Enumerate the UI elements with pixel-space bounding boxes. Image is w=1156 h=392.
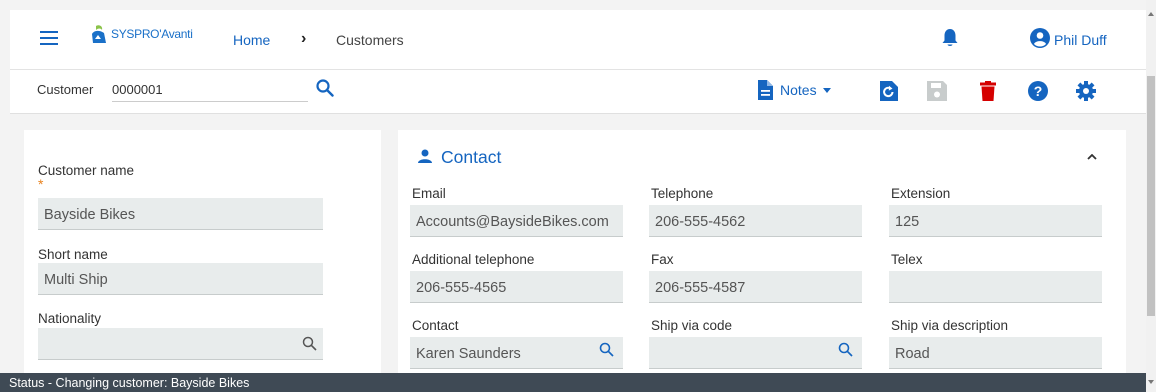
user-name[interactable]: Phil Duff (1054, 32, 1107, 48)
scroll-thumb[interactable] (1147, 76, 1155, 316)
notes-dropdown[interactable]: Notes (757, 80, 831, 100)
notes-label: Notes (780, 82, 817, 98)
extension-label: Extension (891, 186, 951, 201)
delete-icon[interactable] (978, 81, 998, 101)
bell-icon[interactable] (941, 28, 959, 48)
contact-section-title: Contact (441, 147, 502, 167)
logo-suffix: Avanti (161, 27, 193, 41)
help-icon[interactable]: ? (1028, 81, 1048, 101)
account-circle-icon[interactable] (1030, 28, 1050, 48)
breadcrumb-separator-icon: › (301, 30, 307, 47)
record-toolbar: Customer Notes ? (10, 70, 1146, 114)
save-icon[interactable] (927, 81, 947, 101)
ship-via-description-label: Ship via description (891, 318, 1009, 333)
notes-file-icon (758, 80, 773, 100)
svg-text:?: ? (1034, 83, 1043, 99)
contact-field[interactable]: Karen Saunders (410, 337, 623, 369)
email-label: Email (412, 186, 446, 201)
customer-label: Customer (37, 82, 94, 97)
search-icon[interactable] (316, 79, 334, 97)
ship-via-search-icon[interactable] (838, 342, 853, 357)
short-name-field[interactable]: Multi Ship (38, 263, 323, 295)
scroll-down-icon[interactable] (1148, 380, 1154, 384)
customer-name-label: Customer name (38, 163, 135, 178)
short-name-label: Short name (38, 247, 108, 262)
hamburger-icon[interactable] (40, 31, 58, 45)
app-header: SYSPRO'Avanti Home › Customers Phil Duff (10, 10, 1146, 70)
customer-input[interactable] (112, 78, 308, 102)
nationality-search-icon[interactable] (302, 336, 317, 351)
person-icon (418, 149, 432, 163)
scroll-up-icon[interactable] (1148, 12, 1154, 16)
telephone-field[interactable]: 206-555-4562 (649, 205, 862, 237)
telex-field[interactable] (889, 271, 1102, 303)
additional-telephone-label: Additional telephone (412, 252, 535, 267)
customer-summary-panel: Customer name * Bayside Bikes Short name… (24, 130, 381, 375)
refresh-icon[interactable] (878, 81, 898, 101)
nationality-label: Nationality (38, 311, 102, 326)
ship-via-code-field[interactable] (649, 337, 862, 369)
telex-label: Telex (891, 252, 923, 267)
chevron-down-icon (822, 87, 831, 93)
telephone-label: Telephone (651, 186, 714, 201)
contact-panel: Contact Email Accounts@BaysideBikes.com … (398, 130, 1126, 375)
fax-label: Fax (651, 252, 674, 267)
email-field[interactable]: Accounts@BaysideBikes.com (410, 205, 623, 237)
additional-telephone-field[interactable]: 206-555-4565 (410, 271, 623, 303)
nationality-field[interactable] (38, 328, 323, 360)
ship-via-description-field[interactable]: Road (889, 337, 1102, 369)
page-scrollbar[interactable] (1146, 0, 1156, 392)
breadcrumb-current: Customers (336, 32, 404, 48)
logo-text: SYSPRO (111, 27, 160, 41)
contact-search-icon[interactable] (599, 342, 614, 357)
status-bar: Status - Changing customer: Bayside Bike… (0, 373, 1146, 392)
fax-field[interactable]: 206-555-4587 (649, 271, 862, 303)
breadcrumb-home[interactable]: Home (233, 32, 270, 48)
contact-label: Contact (412, 318, 459, 333)
extension-field[interactable]: 125 (889, 205, 1102, 237)
required-marker: * (38, 176, 44, 192)
logo-mark-icon (92, 25, 106, 43)
settings-icon[interactable] (1076, 81, 1096, 101)
chevron-up-icon[interactable] (1087, 154, 1097, 160)
ship-via-code-label: Ship via code (651, 318, 733, 333)
customer-name-field[interactable]: Bayside Bikes (38, 198, 323, 230)
syspro-logo[interactable]: SYSPRO'Avanti (90, 23, 193, 45)
